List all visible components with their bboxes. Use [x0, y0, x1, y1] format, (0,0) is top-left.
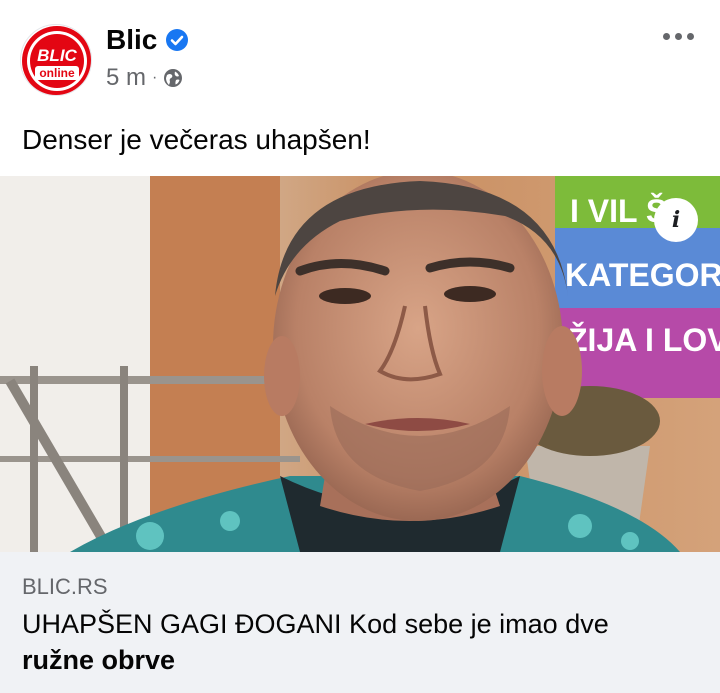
post-meta: 5 m ·: [106, 64, 183, 92]
link-preview-image[interactable]: I VIL ŠI KATEGORI ŽIJA I LOV i: [0, 176, 720, 552]
link-title: UHAPŠEN GAGI ĐOGANI Kod sebe je imao dve…: [22, 606, 702, 678]
more-dot: [674, 32, 682, 40]
meta-separator: ·: [152, 69, 158, 86]
post-header: BLIC online Blic 5 m ·: [0, 0, 720, 110]
more-options-button[interactable]: [658, 18, 698, 54]
more-dot: [686, 32, 694, 40]
sign-text-2: KATEGORI: [565, 257, 720, 293]
page-avatar[interactable]: BLIC online: [20, 24, 92, 96]
info-button[interactable]: i: [654, 198, 698, 242]
article-photo: I VIL ŠI KATEGORI ŽIJA I LOV: [0, 176, 720, 552]
link-title-line-2: ružne obrve: [22, 645, 176, 675]
blic-logo-icon: BLIC online: [22, 26, 91, 95]
post-text: Denser je večeras uhapšen!: [22, 124, 371, 155]
logo-sub-text: online: [39, 66, 75, 80]
globe-icon: [164, 69, 183, 87]
more-dot: [662, 32, 670, 40]
logo-brand-text: BLIC: [37, 46, 77, 65]
page-name[interactable]: Blic: [106, 24, 157, 56]
link-title-line-1: UHAPŠEN GAGI ĐOGANI Kod sebe je imao dve: [22, 609, 609, 639]
sign-text-3: ŽIJA I LOV: [568, 322, 720, 358]
page-name-row: Blic: [106, 24, 189, 56]
post-time[interactable]: 5 m: [106, 64, 146, 92]
link-domain: BLIC.RS: [22, 574, 108, 599]
link-preview-footer[interactable]: BLIC.RS UHAPŠEN GAGI ĐOGANI Kod sebe je …: [0, 552, 720, 693]
verified-badge-icon: [166, 29, 189, 51]
